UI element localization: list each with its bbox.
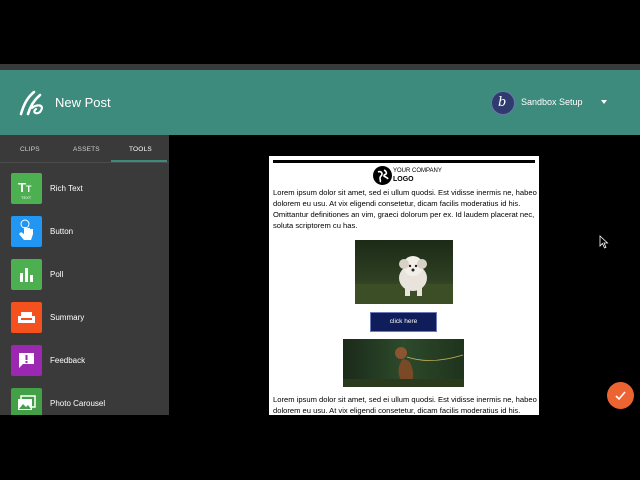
dog-photo-image[interactable] (355, 240, 453, 304)
app-header: New Post b Sandbox Setup (0, 70, 640, 135)
email-cta-button[interactable]: click here (370, 312, 437, 332)
sidebar-tabs: CLIPS ASSETS TOOLS (0, 135, 169, 163)
tool-label: Poll (50, 270, 64, 279)
mouse-cursor-icon (599, 235, 609, 249)
tool-summary[interactable]: Summary (0, 302, 169, 344)
check-icon (615, 391, 626, 401)
sidebar: CLIPS ASSETS TOOLS T T TEXT Rich Text Bu… (0, 135, 169, 419)
editor-area: YOUR COMPANY LOGO Lorem ipsum dolor sit … (170, 135, 640, 426)
company-name: YOUR COMPANY (393, 168, 442, 174)
email-paragraph[interactable]: Lorem ipsum dolor sit amet, sed ei ullum… (273, 187, 537, 231)
company-logo-text: LOGO (393, 176, 414, 183)
brand-logo-icon[interactable] (18, 90, 48, 116)
email-top-rule (273, 160, 535, 163)
tool-rich-text[interactable]: T T TEXT Rich Text (0, 173, 169, 215)
account-avatar[interactable]: b (491, 91, 515, 115)
globe-icon (373, 166, 392, 185)
post-title: New Post (55, 95, 111, 110)
tool-label: Rich Text (50, 184, 83, 193)
hand-pointer-icon (11, 216, 42, 247)
dog-forest-image[interactable] (343, 339, 464, 387)
tab-tools[interactable]: TOOLS (129, 146, 152, 153)
rich-text-icon: T T TEXT (11, 173, 42, 204)
tool-label: Summary (50, 313, 85, 322)
bar-chart-icon (11, 259, 42, 290)
tab-clips[interactable]: CLIPS (20, 146, 40, 153)
sofa-icon (11, 302, 42, 333)
tool-label: Feedback (50, 356, 86, 365)
confirm-check-button[interactable] (607, 382, 634, 409)
active-tab-indicator (111, 160, 167, 162)
tab-assets[interactable]: ASSETS (73, 146, 100, 153)
chevron-down-icon[interactable] (601, 100, 607, 104)
feedback-icon (11, 345, 42, 376)
tool-label: Button (50, 227, 74, 236)
tool-feedback[interactable]: Feedback (0, 345, 169, 387)
svg-text:T: T (18, 180, 26, 195)
tool-poll[interactable]: Poll (0, 259, 169, 301)
window-bottom-strip (0, 415, 640, 480)
svg-text:T: T (26, 184, 32, 194)
tool-button[interactable]: Button (0, 216, 169, 258)
email-canvas[interactable]: YOUR COMPANY LOGO Lorem ipsum dolor sit … (269, 156, 539, 426)
rich-text-icon-caption: TEXT (21, 195, 32, 200)
tool-label: Photo Carousel (50, 399, 106, 408)
account-name[interactable]: Sandbox Setup (521, 97, 583, 107)
